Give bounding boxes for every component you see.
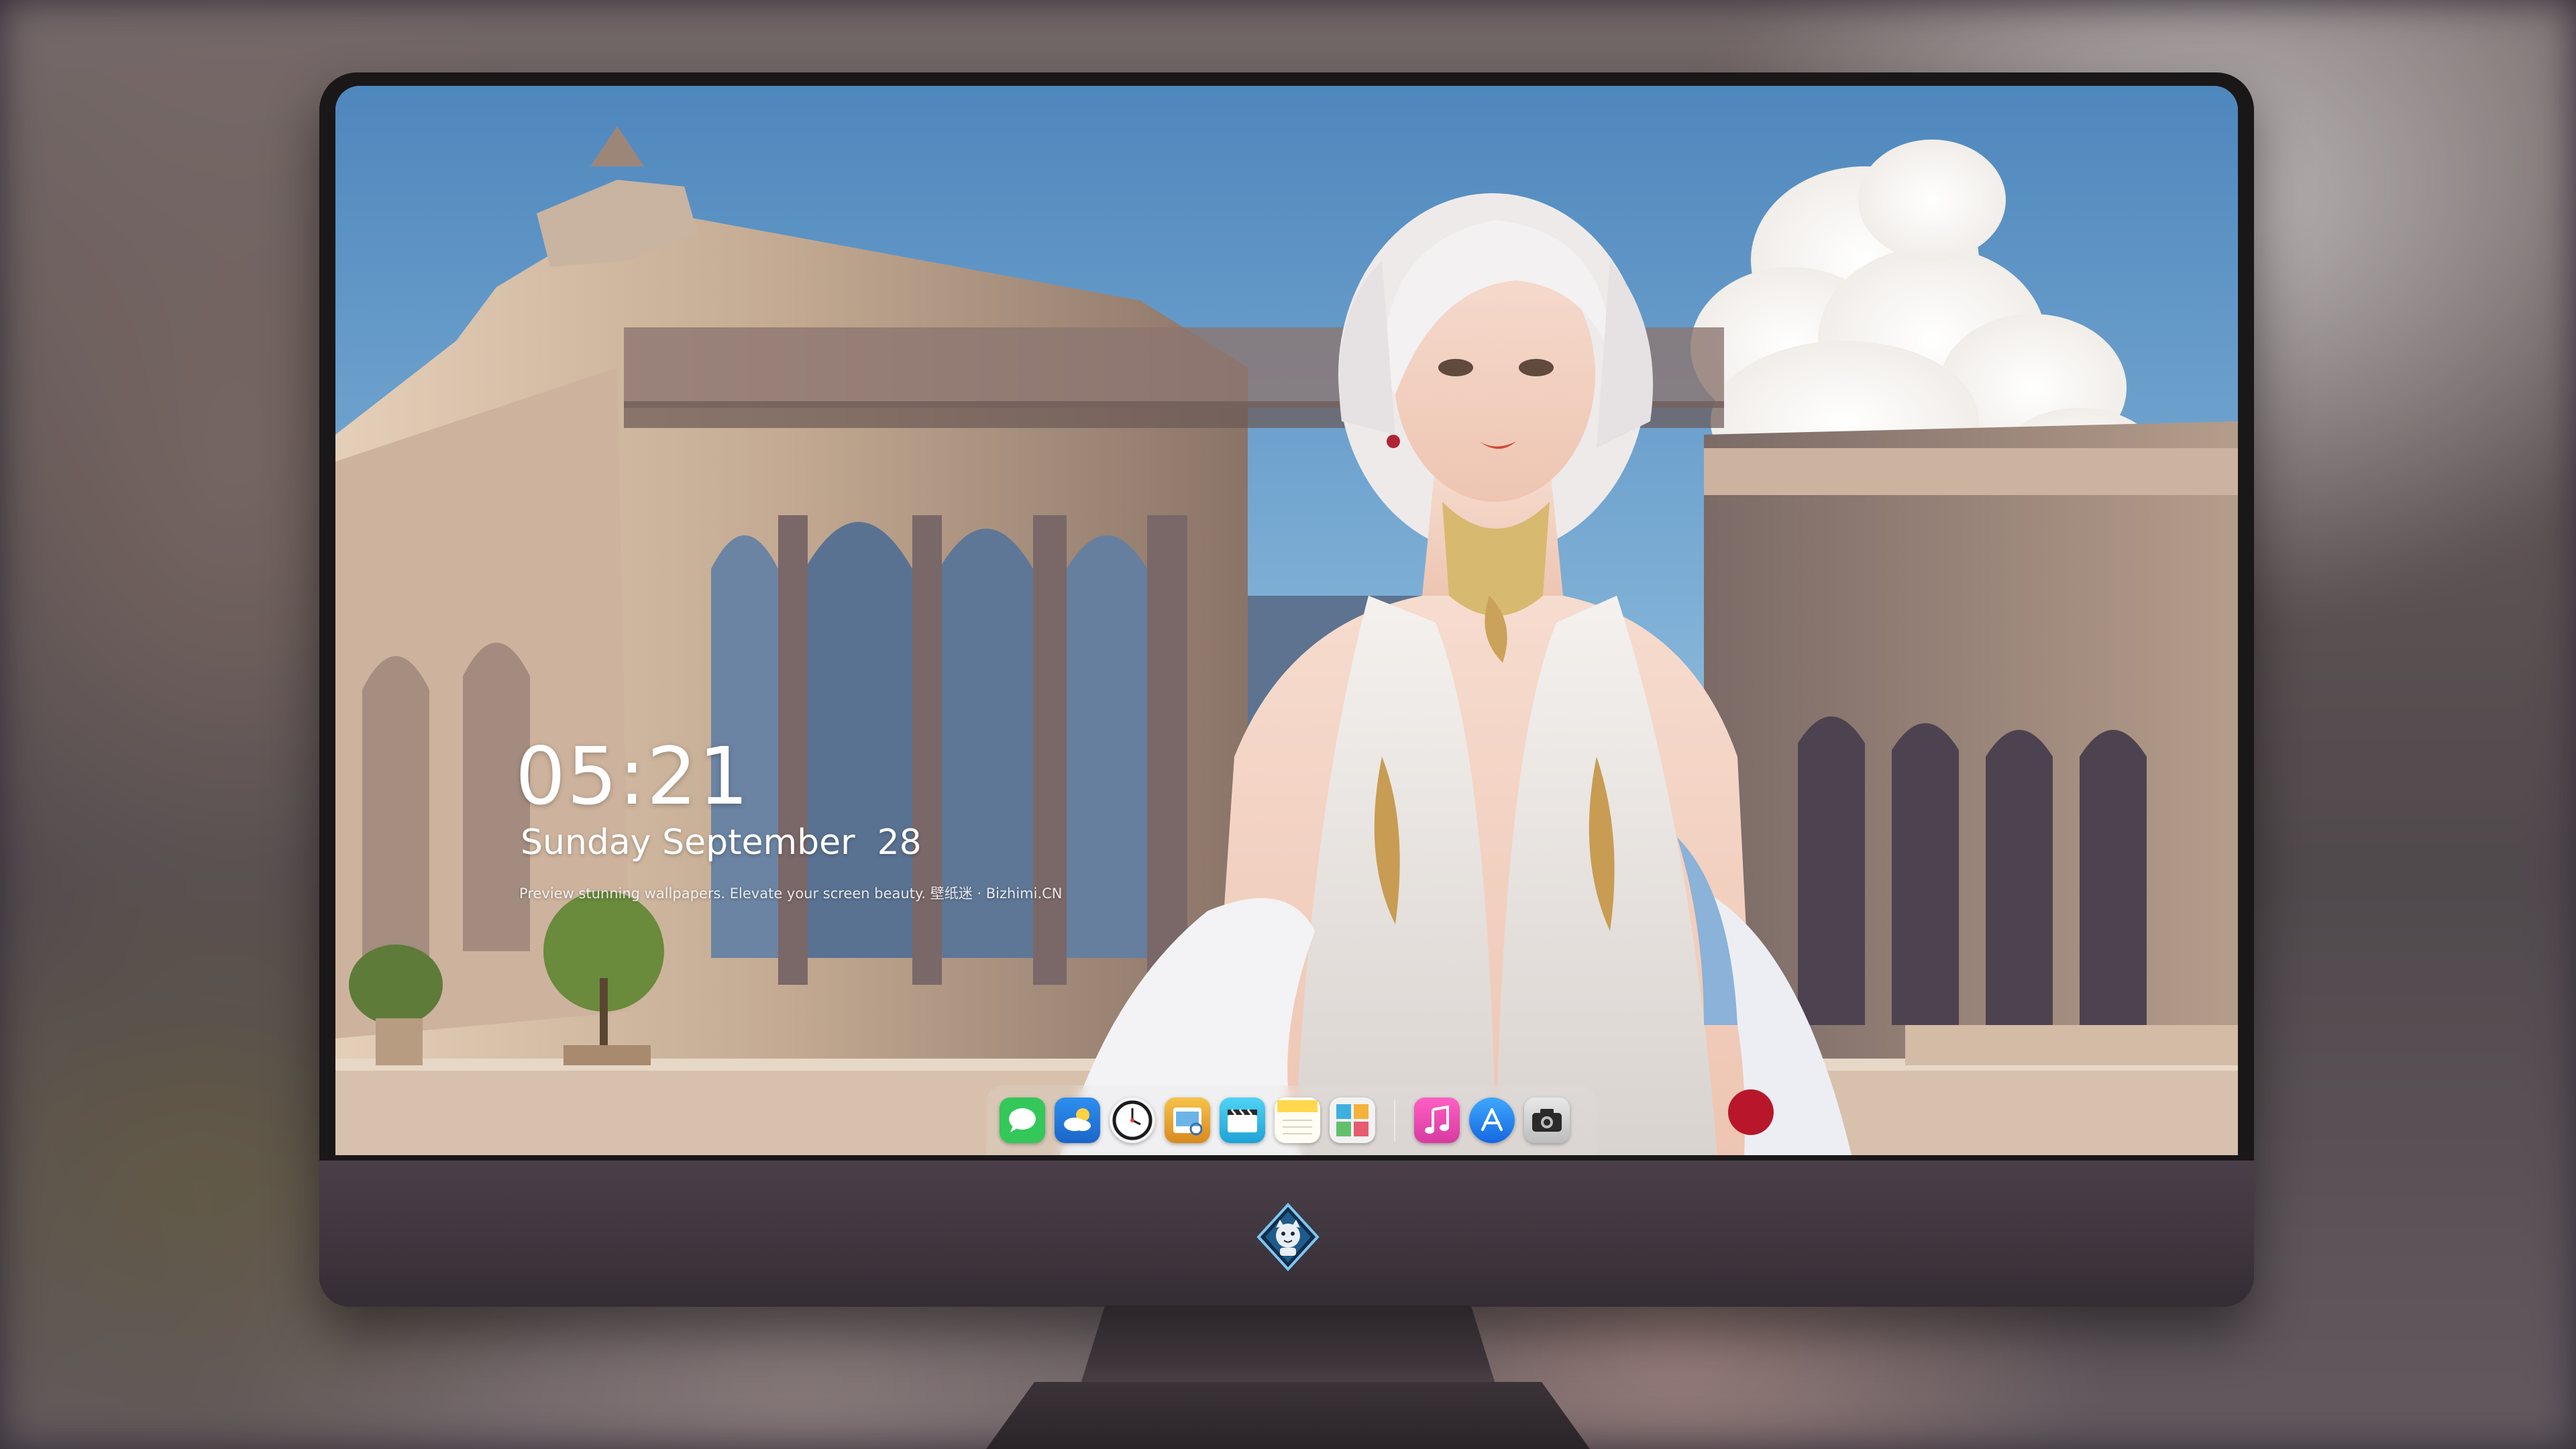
- scene: 05:21 Sunday September 28 Preview stunni…: [0, 0, 2576, 1449]
- music-icon[interactable]: [1414, 1097, 1460, 1143]
- wallpaper: [335, 86, 2238, 1155]
- monitor-stand-neck: [1080, 1305, 1496, 1386]
- preview-icon[interactable]: [1165, 1097, 1210, 1143]
- clips-icon[interactable]: [1220, 1097, 1265, 1143]
- lock-screen-clock: 05:21: [515, 730, 751, 822]
- screen: 05:21 Sunday September 28 Preview stunni…: [335, 86, 2238, 1155]
- messages-icon[interactable]: [1000, 1097, 1045, 1143]
- wallpaper-tagline: Preview stunning wallpapers. Elevate you…: [519, 885, 1063, 902]
- monitor-stand-base: [986, 1382, 1590, 1449]
- dock-separator: [1394, 1099, 1395, 1141]
- brand-logo-icon: [1256, 1203, 1320, 1271]
- photo-booth-icon[interactable]: [1330, 1097, 1375, 1143]
- app-store-icon[interactable]: [1469, 1097, 1515, 1143]
- weather-icon[interactable]: [1055, 1097, 1100, 1143]
- clock-icon[interactable]: [1110, 1097, 1155, 1143]
- notes-icon[interactable]: [1275, 1097, 1320, 1143]
- lock-screen-date: Sunday September 28: [521, 822, 922, 863]
- camera-icon[interactable]: [1524, 1097, 1570, 1143]
- dock: [986, 1085, 1597, 1155]
